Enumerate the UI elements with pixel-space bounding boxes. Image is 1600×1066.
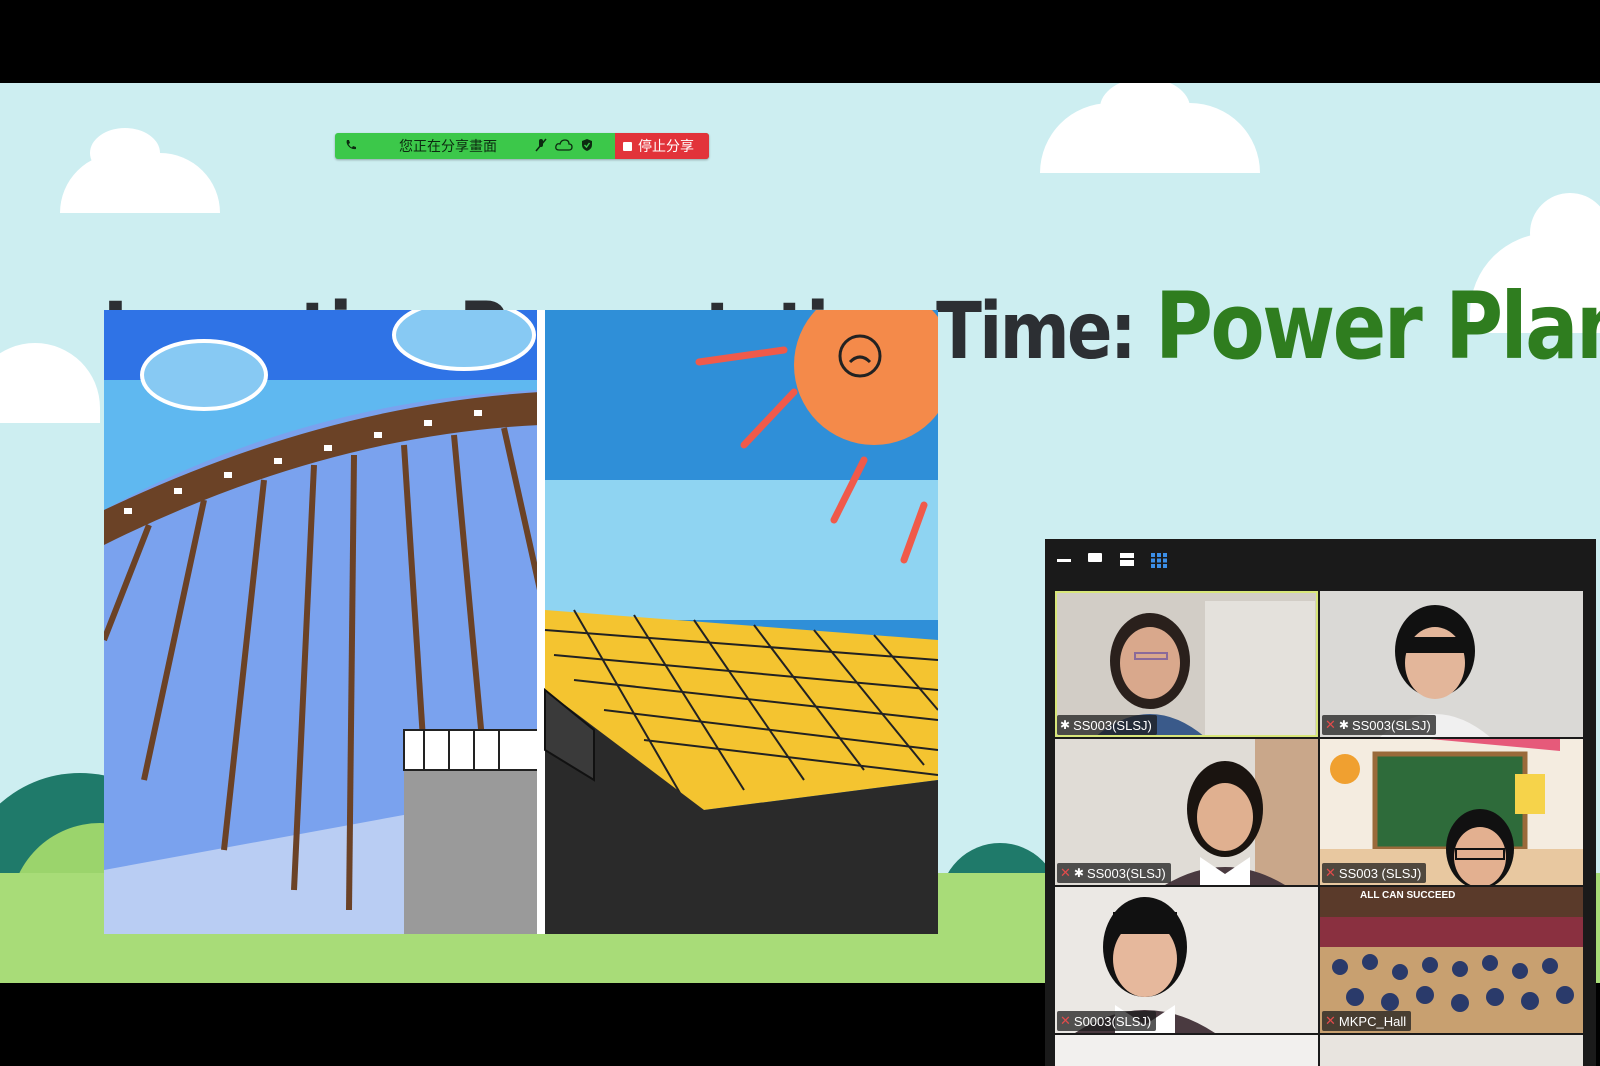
hall-banner-text: ALL CAN SUCCEED xyxy=(1360,890,1456,901)
cloud-decoration xyxy=(90,128,160,178)
participant-name: SS003(SLSJ) xyxy=(1086,865,1166,881)
participant-label: ✕ ✱ SS003(SLSJ) xyxy=(1057,863,1171,883)
video-tile[interactable]: ✕ ✱ SS003(SLSJ) xyxy=(1320,591,1583,737)
participant-label: ✕ ✱ SS003(SLSJ) xyxy=(1322,715,1436,735)
mic-muted-icon: ✕ xyxy=(1325,1013,1336,1028)
video-tile[interactable] xyxy=(1055,1035,1318,1066)
cloud-decoration xyxy=(1530,193,1600,273)
speaker-view-icon[interactable] xyxy=(1120,553,1134,566)
shield-icon[interactable] xyxy=(581,138,593,155)
pin-icon: ✱ xyxy=(1338,718,1349,732)
single-view-icon[interactable] xyxy=(1088,553,1102,562)
power-plant-drawing xyxy=(104,310,938,934)
cloud-icon[interactable] xyxy=(555,138,573,154)
minimize-icon[interactable] xyxy=(1057,559,1071,562)
pin-icon: ✱ xyxy=(1073,866,1084,880)
participant-label: ✕ S0003(SLSJ) xyxy=(1057,1011,1157,1031)
mic-muted-icon: ✕ xyxy=(1325,865,1336,880)
top-black-bar xyxy=(0,0,1600,83)
phone-icon[interactable] xyxy=(345,138,359,154)
video-tile[interactable]: ✕ SS003 (SLSJ) xyxy=(1320,739,1583,885)
mute-mic-icon[interactable] xyxy=(535,138,547,155)
video-gallery-panel: ✱ SS003(SLSJ) ✕ ✱ SS003(SLSJ) ✕ ✱ SS003(SLSJ)… xyxy=(1045,539,1596,1066)
video-tile[interactable] xyxy=(1320,1035,1583,1066)
mic-muted-icon: ✕ xyxy=(1325,717,1336,732)
cloud-decoration xyxy=(0,343,100,423)
video-tile[interactable]: ✱ SS003(SLSJ) xyxy=(1055,591,1318,737)
participant-label: ✕ MKPC_Hall xyxy=(1322,1011,1412,1031)
mic-muted-icon: ✕ xyxy=(1060,1013,1071,1028)
participant-name: S0003(SLSJ) xyxy=(1073,1013,1152,1029)
pin-icon: ✱ xyxy=(1060,718,1071,732)
video-tile[interactable]: ✕ ✱ SS003(SLSJ) xyxy=(1055,739,1318,885)
participant-name: SS003(SLSJ) xyxy=(1351,717,1431,733)
video-tile[interactable]: ✕ S0003(SLSJ) xyxy=(1055,887,1318,1033)
video-tile[interactable]: ALL CAN SUCCEED ✕ MKPC_Hall xyxy=(1320,887,1583,1033)
participant-name: MKPC_Hall xyxy=(1338,1013,1407,1029)
share-status-text: 您正在分享畫面 xyxy=(399,138,497,154)
stop-square-icon xyxy=(623,141,632,151)
participant-name: SS003 (SLSJ) xyxy=(1338,865,1422,881)
screen-share-bar: 您正在分享畫面 停止分享 xyxy=(335,133,709,159)
gallery-view-icon[interactable] xyxy=(1151,553,1167,573)
stop-share-button[interactable]: 停止分享 xyxy=(615,133,709,159)
mic-muted-icon: ✕ xyxy=(1060,865,1071,880)
participant-label: ✱ SS003(SLSJ) xyxy=(1057,715,1157,735)
participant-label: ✕ SS003 (SLSJ) xyxy=(1322,863,1427,883)
participant-name: SS003(SLSJ) xyxy=(1073,717,1152,733)
slide-title-accent: Power Plant xyxy=(1154,273,1600,380)
stop-share-label: 停止分享 xyxy=(638,138,694,154)
